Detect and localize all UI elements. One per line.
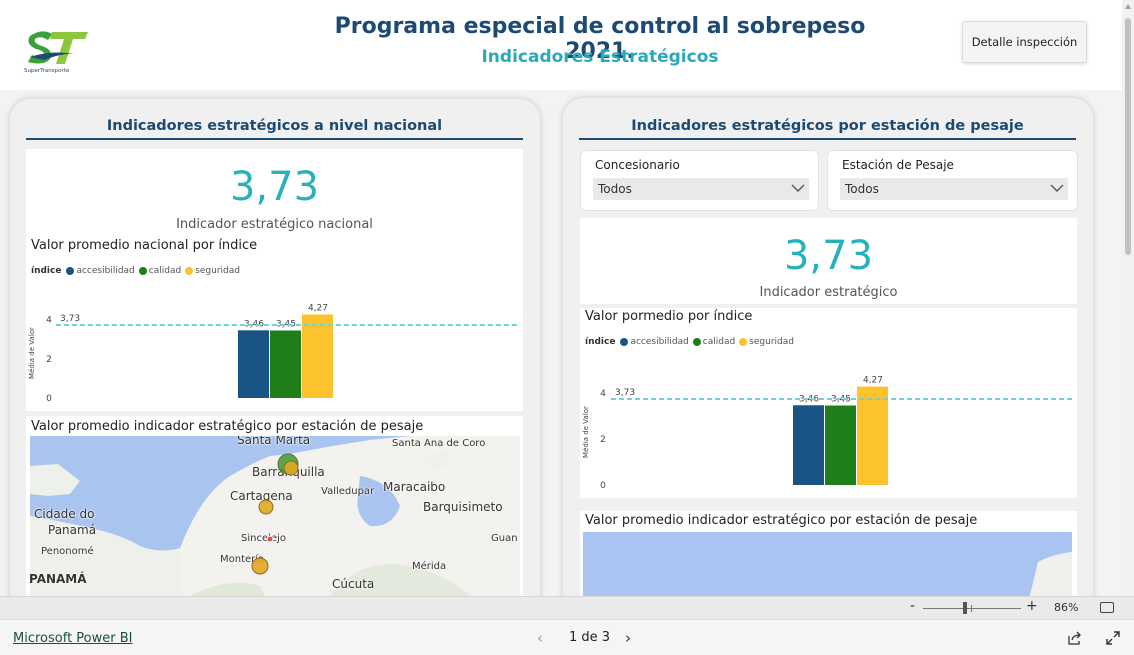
station-indicators-panel: Indicadores estratégicos por estación de… — [562, 97, 1094, 596]
bar-calidad[interactable] — [270, 330, 301, 399]
legend-item-accesibilidad[interactable]: accesibilidad — [66, 266, 135, 276]
reference-line-label: 3,73 — [60, 314, 80, 324]
data-label: 4,27 — [308, 303, 328, 313]
detalle-inspeccion-button[interactable]: Detalle inspección — [962, 21, 1087, 63]
supertransporte-logo: SuperTransporte — [24, 31, 88, 74]
legend-item-accesibilidad[interactable]: accesibilidad — [620, 337, 689, 347]
national-chart-title: Valor promedio nacional por índice — [31, 238, 258, 253]
station-bar-chart[interactable]: Média de Valor 0 2 4 3,46 3,45 4,27 3,73 — [580, 360, 1077, 498]
panel-title-rule — [579, 138, 1076, 140]
station-map-right[interactable] — [583, 532, 1072, 596]
national-map-card: Valor promedio indicador estratégico por… — [26, 416, 523, 596]
data-label: 3,45 — [276, 320, 296, 330]
concesionario-dropdown-value: Todos — [598, 182, 632, 196]
station-marker — [283, 460, 299, 476]
powerbi-viewer: SuperTransporte Programa especial de con… — [0, 0, 1134, 655]
zoom-in-button[interactable]: + — [1026, 598, 1038, 614]
station-kpi-label: Indicador estratégico — [759, 285, 898, 300]
national-kpi-card: 3,73 Indicador estratégico nacional Valo… — [26, 149, 523, 411]
powerbi-footer: Microsoft Power BI ‹ 1 de 3 › — [0, 619, 1134, 655]
station-map[interactable]: Santa Marta Santa Ana de Coro Barranquil… — [30, 436, 520, 596]
report-header: SuperTransporte Programa especial de con… — [0, 0, 1122, 90]
station-marker — [251, 557, 269, 575]
y-tick-label: 4 — [600, 389, 606, 399]
national-kpi-label: Indicador estratégico nacional — [176, 217, 373, 232]
map-station-markers — [251, 453, 299, 575]
panel-title-national: Indicadores estratégicos a nivel naciona… — [106, 118, 443, 134]
national-indicators-panel: Indicadores estratégicos a nivel naciona… — [9, 98, 541, 596]
station-kpi-card: 3,73 Indicador estratégico — [580, 218, 1077, 304]
zoom-out-button[interactable]: - — [910, 598, 915, 614]
legend-title: índice — [31, 266, 62, 276]
chevron-down-icon — [791, 184, 805, 192]
y-axis-label: Média de Valor — [28, 327, 36, 379]
national-bar-chart[interactable]: Média de Valor 0 2 4 3,46 3,45 4,27 3,73 — [26, 289, 523, 409]
national-map-title: Valor promedio indicador estratégico por… — [31, 419, 424, 434]
powerbi-link[interactable]: Microsoft Power BI — [13, 631, 132, 646]
data-label: 3,46 — [799, 394, 819, 404]
bar-accesibilidad[interactable] — [238, 330, 269, 398]
zoom-level: 86% — [1054, 601, 1079, 614]
national-kpi-value: 3,73 — [229, 164, 320, 210]
previous-page-button[interactable]: ‹ — [537, 629, 543, 647]
y-tick-label: 2 — [46, 355, 52, 365]
bar-seguridad[interactable] — [302, 314, 333, 398]
estacion-dropdown-value: Todos — [845, 182, 879, 196]
bar-accesibilidad[interactable] — [793, 405, 824, 485]
svg-text:SuperTransporte: SuperTransporte — [24, 68, 70, 74]
zoom-slider-thumb[interactable] — [963, 602, 967, 614]
zoom-slider-tick — [971, 605, 972, 612]
panel-title-station: Indicadores estratégicos por estación de… — [631, 118, 1024, 134]
bar-seguridad[interactable] — [857, 386, 888, 485]
y-tick-label: 4 — [46, 316, 52, 326]
concesionario-dropdown[interactable]: Todos — [593, 178, 809, 200]
station-map-title: Valor promedio indicador estratégico por… — [585, 513, 978, 528]
station-chart-title: Valor pormedio por índice — [585, 309, 753, 324]
estacion-slicer-label: Estación de Pesaje — [842, 158, 954, 172]
concesionario-slicer: Concesionario Todos — [580, 150, 819, 211]
station-chart-legend: índice accesibilidad calidad seguridad — [585, 337, 798, 347]
report-canvas: SuperTransporte Programa especial de con… — [0, 0, 1122, 596]
map-basemap — [583, 532, 1072, 596]
bar-calidad[interactable] — [825, 405, 856, 486]
national-chart-legend: índice accesibilidad calidad seguridad — [31, 266, 244, 276]
y-tick-label: 0 — [600, 481, 606, 491]
panel-title-rule — [26, 138, 523, 140]
legend-item-seguridad[interactable]: seguridad — [739, 337, 794, 347]
data-label: 3,45 — [831, 395, 851, 405]
y-tick-label: 0 — [46, 394, 52, 404]
scrollbar-thumb[interactable] — [1125, 18, 1131, 255]
share-icon[interactable] — [1067, 630, 1083, 646]
report-subtitle: Indicadores Estratégicos — [481, 47, 719, 67]
concesionario-slicer-label: Concesionario — [595, 158, 680, 172]
vertical-scrollbar[interactable] — [1122, 0, 1134, 596]
next-page-button[interactable]: › — [625, 629, 631, 647]
reference-line-label: 3,73 — [615, 388, 635, 398]
chevron-down-icon — [1050, 184, 1064, 192]
legend-item-calidad[interactable]: calidad — [138, 266, 181, 276]
page-indicator: 1 de 3 — [569, 630, 611, 645]
data-label: 3,46 — [244, 319, 264, 329]
station-marker — [266, 535, 274, 543]
data-label: 4,27 — [863, 376, 883, 386]
estacion-dropdown[interactable]: Todos — [840, 178, 1068, 200]
fit-to-page-icon[interactable] — [1100, 602, 1114, 613]
station-chart-card: Valor pormedio por índice índice accesib… — [580, 308, 1077, 498]
y-axis-label: Média de Valor — [582, 406, 590, 458]
legend-item-calidad[interactable]: calidad — [692, 337, 735, 347]
y-tick-label: 2 — [600, 435, 606, 445]
legend-item-seguridad[interactable]: seguridad — [185, 266, 240, 276]
fullscreen-icon[interactable] — [1105, 630, 1121, 646]
zoom-bar: - + 86% — [0, 596, 1134, 619]
station-map-card: Valor promedio indicador estratégico por… — [580, 511, 1077, 596]
station-kpi-value: 3,73 — [783, 233, 874, 279]
scroll-up-icon[interactable] — [1125, 4, 1131, 9]
zoom-slider-track[interactable] — [923, 608, 1021, 609]
legend-title: índice — [585, 337, 616, 347]
station-marker — [258, 499, 274, 515]
estacion-slicer: Estación de Pesaje Todos — [827, 150, 1078, 211]
